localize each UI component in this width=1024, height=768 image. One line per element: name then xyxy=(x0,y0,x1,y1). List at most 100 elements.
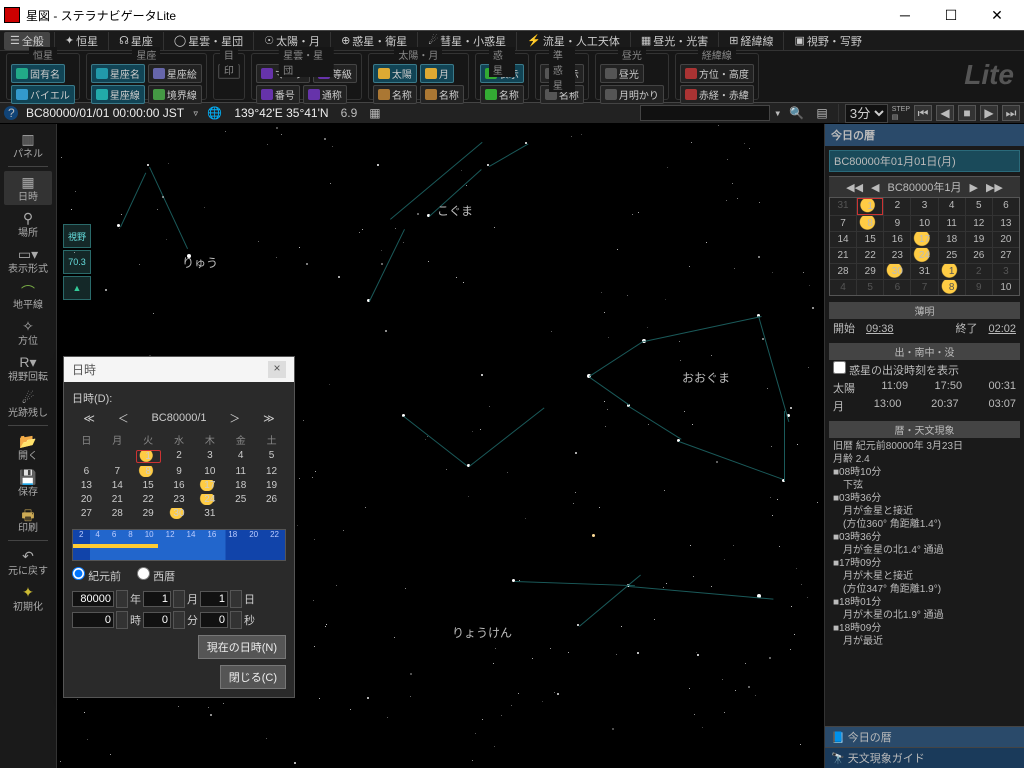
datetime-dialog: 日時 × 日時(D): ≪ ＜ BC80000/1 ＞ ≫ 日月火水木金土123456… xyxy=(63,356,295,698)
inp-day[interactable] xyxy=(200,591,228,607)
btn-now[interactable]: 現在の日時(N) xyxy=(198,635,286,659)
fov-value[interactable]: 70.3 xyxy=(63,250,91,274)
rp-date: BC80000年01月01日(月) xyxy=(829,150,1020,172)
window-title: 星図 - ステラナビゲータLite xyxy=(26,7,882,24)
vcr-last[interactable]: ⏭ xyxy=(1002,105,1020,121)
left-sidebar: ▥パネル ▦日時 ⚲場所 ▭▾表示形式 ⌒地平線 ✧方位 R▾視野回転 ☄光跡残… xyxy=(0,124,57,768)
lbtn-direction[interactable]: ✧方位 xyxy=(4,315,52,349)
inp-hour[interactable] xyxy=(72,612,114,628)
dlg-calendar[interactable]: 日月火水木金土123456789101112131415161718192021… xyxy=(72,430,286,521)
close-button[interactable]: ✕ xyxy=(974,0,1020,30)
vcr-next[interactable]: ▶ xyxy=(980,105,998,121)
dlg-prev[interactable]: ＜ xyxy=(118,410,129,426)
sky-toolbar: 視野 70.3 ▲ xyxy=(63,224,91,300)
status-zoom[interactable]: 6.9 xyxy=(337,106,362,120)
dlg-next[interactable]: ＞ xyxy=(229,410,240,426)
dlg-prev2[interactable]: ≪ xyxy=(83,412,95,425)
btn-nebnum[interactable]: 番号 xyxy=(256,85,300,104)
inp-year[interactable] xyxy=(72,591,114,607)
radio-bc[interactable]: 紀元前 xyxy=(72,567,121,584)
step-select[interactable]: 3分 xyxy=(845,104,888,123)
btn-planet-name[interactable]: 名称 xyxy=(480,85,524,104)
btn-close[interactable]: 閉じる(C) xyxy=(220,665,286,689)
rp-twilight-title: 薄明 xyxy=(829,302,1020,319)
status-coords[interactable]: 139°42'E 35°41'N xyxy=(230,106,332,120)
app-icon xyxy=(4,7,20,23)
btn-radec[interactable]: 赤経・赤緯 xyxy=(680,85,754,104)
list-icon[interactable]: ▤ xyxy=(812,106,831,120)
dlg-month: BC80000/1 xyxy=(151,412,206,424)
minimize-button[interactable]: ─ xyxy=(882,0,928,30)
vcr-first[interactable]: ⏮ xyxy=(914,105,932,121)
cal-prev2[interactable]: ◀◀ xyxy=(846,181,863,194)
cal-header: ◀◀◀ BC80000年1月 ▶▶▶ xyxy=(829,176,1020,197)
dlg-label: 日時(D): xyxy=(72,390,286,406)
search-input[interactable] xyxy=(640,105,770,121)
const-ryuu: りゅう xyxy=(182,254,218,271)
btn-moon[interactable]: 月 xyxy=(420,64,454,83)
cal-month: BC80000年1月 xyxy=(888,179,962,195)
maximize-button[interactable]: ☐ xyxy=(928,0,974,30)
btn-sun[interactable]: 太陽 xyxy=(373,64,417,83)
lbtn-rotation[interactable]: R▾視野回転 xyxy=(4,351,52,385)
lbtn-display[interactable]: ▭▾表示形式 xyxy=(4,243,52,277)
vcr-prev[interactable]: ◀ xyxy=(936,105,954,121)
cal-next[interactable]: ▶ xyxy=(970,181,978,194)
lbtn-horizon[interactable]: ⌒地平線 xyxy=(4,279,52,313)
cal-prev[interactable]: ◀ xyxy=(871,181,879,194)
toolbar-fieldsets: 恒星 固有名 バイエル 星座 星座名星座絵 星座線境界線 目印 星雲・星団 マー… xyxy=(0,50,1024,102)
titlebar: 星図 - ステラナビゲータLite ─ ☐ ✕ xyxy=(0,0,1024,30)
lbtn-save[interactable]: 💾保存 xyxy=(4,466,52,500)
logo: Lite xyxy=(964,59,1014,91)
lbtn-print[interactable]: 🖶印刷 xyxy=(4,502,52,536)
globe-icon[interactable]: 🌐 xyxy=(203,106,226,120)
rp-tab-guide[interactable]: 🔭 天文現象ガイド xyxy=(825,747,1024,768)
vcr-stop[interactable]: ■ xyxy=(958,105,976,121)
lbtn-place[interactable]: ⚲場所 xyxy=(4,207,52,241)
rp-astro-title: 暦・天文現象 xyxy=(829,421,1020,438)
radio-ad[interactable]: 西暦 xyxy=(137,567,175,584)
dlg-next2[interactable]: ≫ xyxy=(263,412,275,425)
lbtn-datetime[interactable]: ▦日時 xyxy=(4,171,52,205)
btn-nebname[interactable]: 通称 xyxy=(303,85,347,104)
inp-min[interactable] xyxy=(143,612,171,628)
status-bar: ? BC80000/01/01 00:00:00 JST▿ 🌐 139°42'E… xyxy=(0,102,1024,124)
btn-moonlight[interactable]: 月明かり xyxy=(600,85,664,104)
tab-view[interactable]: ▣ 視野・写野 xyxy=(788,32,867,50)
help-icon[interactable]: ? xyxy=(4,106,18,120)
btn-propername[interactable]: 固有名 xyxy=(11,64,65,83)
inp-sec[interactable] xyxy=(200,612,228,628)
lbtn-init[interactable]: ✦初期化 xyxy=(4,581,52,615)
dlg-title: 日時 xyxy=(72,361,96,378)
fov-button[interactable]: 視野 xyxy=(63,224,91,248)
rp-tab-today[interactable]: 📘 今日の暦 xyxy=(825,726,1024,747)
btn-bayer[interactable]: バイエル xyxy=(11,85,75,104)
cal-next2[interactable]: ▶▶ xyxy=(986,181,1003,194)
btn-constname[interactable]: 星座名 xyxy=(91,64,145,83)
const-ryouken: りょうけん xyxy=(452,624,512,641)
rp-calendar[interactable]: 3112345678910111213141516171819202122232… xyxy=(829,197,1020,296)
inp-month[interactable] xyxy=(143,591,171,607)
dlg-close-x[interactable]: × xyxy=(268,361,286,378)
btn-boundary[interactable]: 境界線 xyxy=(148,85,202,104)
const-koguma: こぐま xyxy=(437,202,473,219)
dlg-timeline[interactable]: 246810121416182022 xyxy=(72,529,286,561)
lbtn-trail[interactable]: ☄光跡残し xyxy=(4,387,52,421)
const-ooguma: おおぐま xyxy=(682,369,730,386)
lbtn-undo[interactable]: ↶元に戻す xyxy=(4,545,52,579)
lbtn-panel[interactable]: ▥パネル xyxy=(4,128,52,162)
rp-rise-title: 出・南中・没 xyxy=(829,343,1020,360)
btn-moonname[interactable]: 名称 xyxy=(420,85,464,104)
btn-daylight[interactable]: 昼光 xyxy=(600,64,644,83)
status-datetime[interactable]: BC80000/01/01 00:00:00 JST xyxy=(22,106,188,120)
btn-constart[interactable]: 星座絵 xyxy=(148,64,202,83)
rp-title: 今日の暦 xyxy=(825,124,1024,146)
search-icon[interactable]: 🔍 xyxy=(785,106,808,120)
btn-constline[interactable]: 星座線 xyxy=(91,85,145,104)
rp-planet-chk[interactable]: 惑星の出没時刻を表示 xyxy=(833,361,959,378)
lbtn-open[interactable]: 📂開く xyxy=(4,430,52,464)
fov-up[interactable]: ▲ xyxy=(63,276,91,300)
tab-stars[interactable]: ✦ 恒星 xyxy=(59,32,104,50)
btn-sunname[interactable]: 名称 xyxy=(373,85,417,104)
btn-altaz[interactable]: 方位・高度 xyxy=(680,64,754,83)
